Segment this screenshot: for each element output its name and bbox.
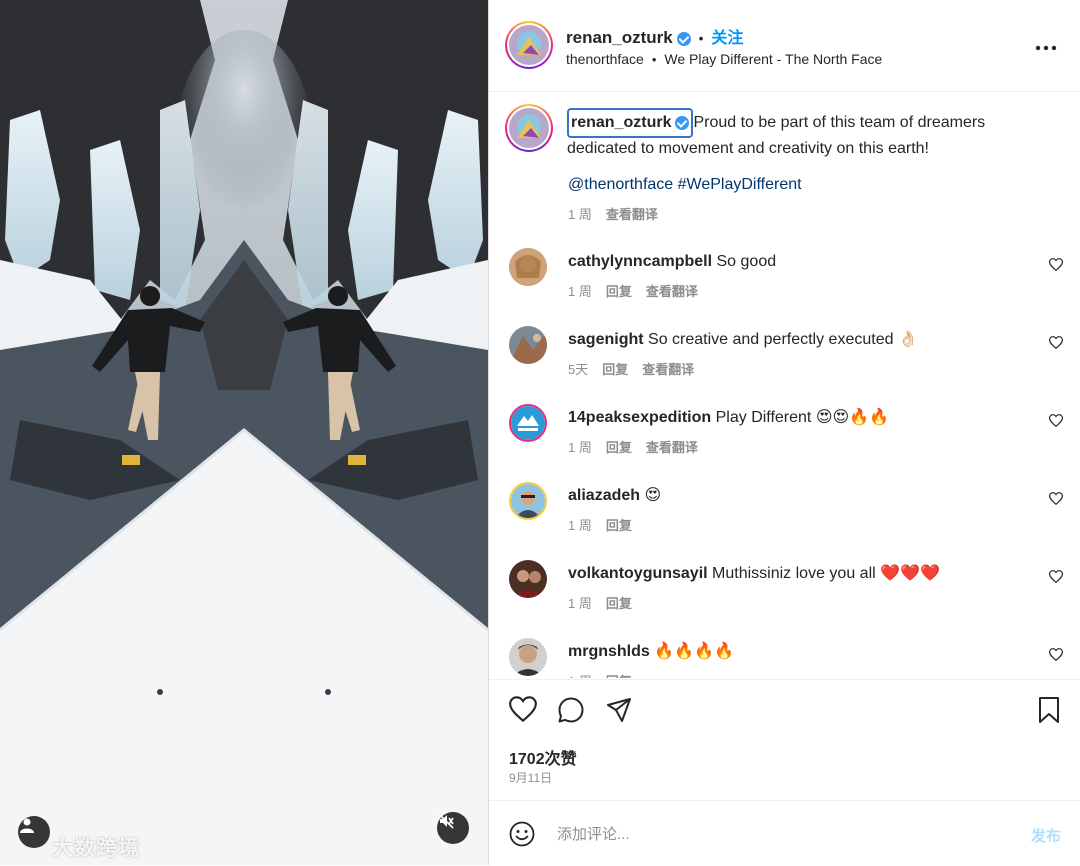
commenter-avatar[interactable] <box>509 326 547 364</box>
caption-translate[interactable]: 查看翻译 <box>606 207 658 222</box>
comment-like-heart-icon[interactable] <box>1048 648 1064 666</box>
comment-username[interactable]: sagenight <box>568 331 644 348</box>
comment-like-heart-icon[interactable] <box>1048 414 1064 432</box>
comment-username[interactable]: cathylynncampbell <box>568 253 712 270</box>
reply-button[interactable]: 回复 <box>606 518 632 533</box>
person-icon <box>20 818 34 833</box>
translate-button[interactable]: 查看翻译 <box>646 284 698 299</box>
like-count[interactable]: 1702次赞 <box>509 745 577 769</box>
comment-row: cathylynncampbell So good 1 周回复 查看翻译 <box>489 248 1080 326</box>
comments-list[interactable]: renan_ozturk Proud to be part of this tea… <box>489 92 1080 678</box>
comment-row: sagenight So creative and perfectly exec… <box>489 326 1080 404</box>
emoji-picker-icon[interactable] <box>509 821 535 852</box>
comment-time[interactable]: 1 周 <box>568 284 592 299</box>
post-date[interactable]: 9月11日 <box>509 769 552 786</box>
mirrored-waterfall-video-frame <box>0 0 488 865</box>
comment-row: aliazadeh 😍 1 周回复 <box>489 482 1080 560</box>
reply-button[interactable]: 回复 <box>606 596 632 611</box>
comment-time[interactable]: 1 周 <box>568 596 592 611</box>
reply-button[interactable]: 回复 <box>602 362 628 377</box>
comment-text: 😍 <box>644 487 662 504</box>
comment-row: 14peaksexpedition Play Different 😍😍🔥🔥 1 … <box>489 404 1080 482</box>
action-bar <box>489 679 1080 740</box>
bookmark-save-icon[interactable] <box>1037 696 1061 729</box>
translate-button[interactable]: 查看翻译 <box>646 440 698 455</box>
author-avatar-image <box>509 25 549 65</box>
caption-tags[interactable]: @thenorthface #WePlayDifferent <box>568 174 802 196</box>
comment-username[interactable]: aliazadeh <box>568 487 640 504</box>
caption-time[interactable]: 1 周 <box>568 207 592 222</box>
comment-like-heart-icon[interactable] <box>1048 258 1064 276</box>
separator-dot: • <box>651 52 657 67</box>
caption-avatar-image <box>509 108 549 148</box>
translate-button[interactable]: 查看翻译 <box>642 362 694 377</box>
commenter-avatar[interactable] <box>509 482 547 520</box>
comment-text: Muthissiniz love you all ❤️❤️❤️ <box>712 565 940 582</box>
comment-row: volkantoygunsayil Muthissiniz love you a… <box>489 560 1080 638</box>
muted-speaker-icon <box>438 813 454 829</box>
like-heart-icon[interactable] <box>509 696 537 727</box>
reply-button[interactable]: 回复 <box>606 440 632 455</box>
add-comment-bar: 发布 <box>489 800 1080 866</box>
collab-account-link[interactable]: thenorthface <box>566 51 644 67</box>
more-options-icon[interactable] <box>1035 34 1057 57</box>
post-comment-button[interactable]: 发布 <box>1031 825 1061 846</box>
share-send-icon[interactable] <box>605 696 633 729</box>
tagged-users-button[interactable] <box>18 816 50 848</box>
comment-time[interactable]: 1 周 <box>568 674 592 678</box>
commenter-avatar[interactable] <box>509 404 547 442</box>
watermark-text: 大数跨境 <box>52 836 140 860</box>
post-detail-panel: renan_ozturk • 关注 thenorthface • We Play Dif… <box>488 0 1080 865</box>
reply-button[interactable]: 回复 <box>606 674 632 678</box>
comment-time[interactable]: 5天 <box>568 362 588 377</box>
commenter-avatar[interactable] <box>509 248 547 286</box>
mute-toggle-button[interactable] <box>437 812 469 844</box>
comment-bubble-icon[interactable] <box>557 696 585 729</box>
comment-text: Play Different 😍😍🔥🔥 <box>715 409 890 426</box>
comment-input[interactable] <box>555 819 999 849</box>
comment-username[interactable]: mrgnshlds <box>568 643 650 660</box>
comment-time[interactable]: 1 周 <box>568 518 592 533</box>
caption-username[interactable]: renan_ozturk <box>571 114 671 131</box>
comment-like-heart-icon[interactable] <box>1048 570 1064 588</box>
comment-like-heart-icon[interactable] <box>1048 336 1064 354</box>
comment-like-heart-icon[interactable] <box>1048 492 1064 510</box>
author-username[interactable]: renan_ozturk <box>566 28 673 47</box>
comment-text: 🔥🔥🔥🔥 <box>654 643 734 660</box>
follow-button[interactable]: 关注 <box>711 30 743 47</box>
separator-dot: • <box>698 31 704 46</box>
post-media[interactable]: 大数跨境 <box>0 0 488 865</box>
commenter-avatar[interactable] <box>509 560 547 598</box>
author-avatar[interactable] <box>505 21 553 69</box>
comment-username[interactable]: 14peaksexpedition <box>568 409 711 426</box>
commenter-avatar[interactable] <box>509 638 547 676</box>
comment-text: So creative and perfectly executed 👌🏻 <box>648 331 918 348</box>
verified-badge-icon <box>675 115 690 130</box>
post-header: renan_ozturk • 关注 thenorthface • We Play Dif… <box>489 0 1080 92</box>
comment-username[interactable]: volkantoygunsayil <box>568 565 708 582</box>
comment-text: So good <box>716 253 777 270</box>
reply-button[interactable]: 回复 <box>606 284 632 299</box>
audio-title-link[interactable]: We Play Different - The North Face <box>664 51 882 67</box>
caption-avatar[interactable] <box>505 104 553 152</box>
comment-time[interactable]: 1 周 <box>568 440 592 455</box>
verified-badge-icon <box>676 31 691 46</box>
comment-row: mrgnshlds 🔥🔥🔥🔥 1 周 回复 <box>489 638 1080 678</box>
